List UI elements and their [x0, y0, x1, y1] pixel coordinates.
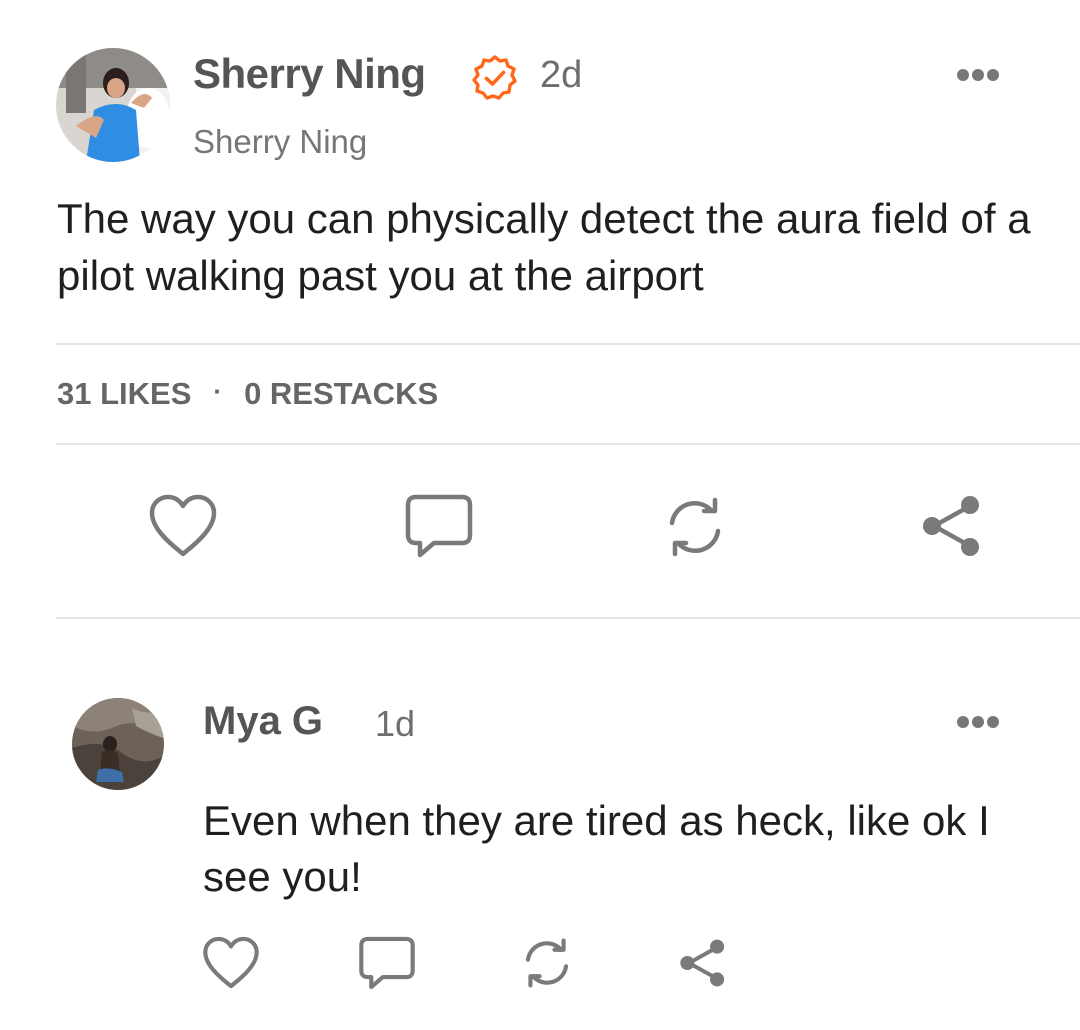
comment-icon: [405, 494, 473, 558]
restack-button[interactable]: [660, 497, 730, 557]
comment-like-button[interactable]: [202, 936, 260, 990]
like-button[interactable]: [148, 494, 218, 558]
divider: [56, 343, 1080, 345]
verified-check-icon: [471, 54, 519, 102]
commenter-name[interactable]: Mya G: [203, 699, 323, 744]
restacks-count[interactable]: 0 RESTACKS: [244, 376, 438, 412]
heart-icon: [203, 936, 259, 989]
commenter-avatar[interactable]: [72, 698, 164, 790]
divider: [56, 617, 1080, 619]
share-icon: [680, 939, 725, 987]
author-name[interactable]: Sherry Ning: [193, 50, 426, 98]
stats-separator: ·: [213, 375, 223, 406]
share-icon: [923, 496, 979, 556]
likes-count[interactable]: 31 LIKES: [57, 376, 191, 412]
comment-reply-button[interactable]: [358, 935, 416, 991]
comment-button[interactable]: [404, 493, 474, 559]
comment-icon: [359, 936, 415, 990]
author-avatar[interactable]: [56, 48, 170, 162]
restack-icon: [525, 938, 569, 988]
restack-icon: [669, 497, 721, 557]
post-stats: 31 LIKES · 0 RESTACKS: [57, 376, 438, 412]
comment-restack-button[interactable]: [518, 938, 576, 988]
author-handle[interactable]: Sherry Ning: [193, 123, 367, 161]
share-button[interactable]: [920, 494, 984, 558]
divider: [56, 443, 1080, 445]
heart-icon: [149, 494, 217, 557]
more-options-icon[interactable]: [956, 68, 1000, 82]
post-body: The way you can physically detect the au…: [57, 195, 1031, 299]
comment-share-button[interactable]: [678, 937, 728, 989]
comment-body: Even when they are tired as heck, like o…: [203, 797, 990, 900]
post-timestamp: 2d: [540, 54, 583, 96]
more-options-icon[interactable]: [956, 715, 1000, 729]
comment-timestamp: 1d: [375, 703, 416, 744]
